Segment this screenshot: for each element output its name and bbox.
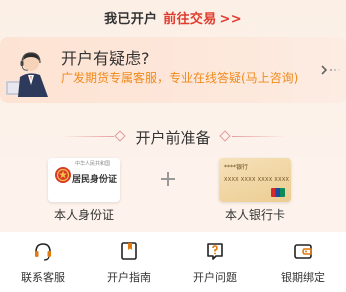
bank-name-text: ****银行 [224, 164, 249, 171]
nav-label-contact-service: 联系客服 [21, 271, 65, 284]
nav-item-account-questions[interactable]: 开户问题 [172, 232, 258, 292]
unionpay-logo-icon [271, 188, 285, 197]
consult-banner[interactable]: 开户有疑虑? 广发期货专属客服，专业在线答疑(马上咨询) [0, 37, 346, 103]
consult-title: 开户有疑虑? [61, 49, 150, 68]
go-trade-link[interactable]: 前往交易 [163, 12, 216, 27]
nav-item-account-guide[interactable]: 开户指南 [86, 232, 172, 292]
go-trade-arrows[interactable]: >> [220, 12, 242, 27]
nav-label-account-guide: 开户指南 [107, 271, 151, 284]
id-card-label: 本人身份证 [53, 208, 114, 222]
plus-icon [161, 172, 175, 186]
wallet-icon [294, 244, 312, 259]
already-opened-text: 我已开户 [104, 12, 158, 27]
nav-item-contact-service[interactable]: 联系客服 [0, 232, 86, 292]
question-icon [207, 243, 223, 260]
nav-label-bank-binding: 银期绑定 [281, 271, 325, 284]
chevron-right-icon[interactable] [320, 62, 340, 78]
national-emblem-icon [55, 167, 71, 183]
consult-subtitle: 广发期货专属客服，专业在线答疑(马上咨询) [61, 71, 299, 85]
book-icon [121, 242, 137, 260]
headset-icon [35, 243, 51, 261]
section-heading: 开户前准备 [0, 127, 346, 147]
bottom-nav: 联系客服 开户指南 开户问题 银期绑定 [0, 232, 346, 292]
id-card-type-text: 居民身份证 [72, 175, 118, 185]
section-title: 开户前准备 [135, 129, 211, 147]
heading-divider-right [232, 136, 286, 137]
nav-item-bank-binding[interactable]: 银期绑定 [260, 232, 346, 292]
id-card-country-text: 中华人民共和国 [75, 161, 111, 167]
nav-label-account-questions: 开户问题 [193, 271, 237, 284]
open-account-top-line: 我已开户 前往交易 >> [0, 8, 346, 27]
bank-card-label: 本人银行卡 [224, 208, 285, 222]
id-card-illustration[interactable]: 中华人民共和国 居民身份证 [48, 158, 120, 202]
bank-card-illustration[interactable]: ****银行 XXXX XXXX XXXX XXXX [219, 158, 291, 202]
bank-card-number: XXXX XXXX XXXX XXXX [224, 177, 290, 183]
customer-service-agent-icon [6, 52, 48, 97]
